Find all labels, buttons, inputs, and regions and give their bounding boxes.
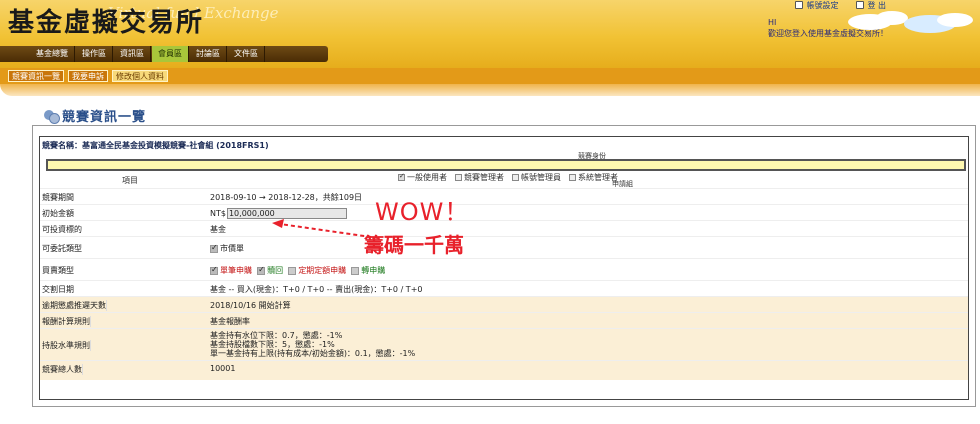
nav-tab-documents[interactable]: 文件區 — [228, 46, 265, 62]
row-label: 報酬計算規則 — [42, 316, 91, 327]
row-label: 競賽期間 — [42, 193, 74, 202]
row-label: 可委託類型 — [42, 244, 82, 253]
holding-rule: 單一基金持有上限(持有成本/初始金額)：0.1，懲處：-1% — [210, 349, 416, 358]
currency-prefix: NT$ — [210, 209, 226, 218]
trade-type-lump-sum[interactable]: 單筆申購 — [210, 265, 252, 275]
subnav-tab-complaint[interactable]: 我要申訴 — [68, 70, 108, 82]
roles-header: 競賽身份 — [578, 152, 606, 160]
role-option-system-admin[interactable]: 系統管理者 — [569, 172, 618, 183]
market-order-checkbox[interactable] — [210, 243, 218, 253]
clouds-decoration — [848, 11, 973, 33]
subnav-tab-competition-info[interactable]: 競賽資訊一覽 — [8, 70, 64, 82]
trade-type-label: 定期定額申購 — [298, 266, 347, 275]
row-label: 初始金額 — [42, 209, 74, 218]
roles-section: 競賽身份 項目 一般使用者 競賽管理者 帳號管理員 系統管理者 申請組 — [46, 151, 966, 189]
role-option-account-admin[interactable]: 帳號管理員 — [512, 172, 561, 183]
row-holding-rules: 持股水準規則 基金持有水位下限：0.7，懲處：-1% 基金持股檔數下限：5，懲處… — [40, 328, 968, 360]
role-label: 一般使用者 — [407, 173, 447, 182]
competition-table: 競賽名稱：基富通全民基金投資模擬競賽-社會組 (2018FRS1) 競賽身份 項… — [39, 136, 969, 400]
sub-nav: 競賽資訊一覽 我要申訴 修改個人資料 — [0, 68, 980, 84]
trade-type-label: 單筆申購 — [220, 266, 252, 275]
nav-tab-info[interactable]: 資訊區 — [114, 46, 151, 62]
row-value: 2018/10/16 開始計算 — [210, 301, 291, 310]
role-label: 競賽管理者 — [464, 173, 504, 182]
row-return-rule: 報酬計算規則 基金報酬率 — [40, 312, 968, 328]
header-band — [0, 84, 980, 96]
annotation-note: 籌碼一千萬 — [364, 233, 464, 257]
market-order-label: 市價單 — [220, 244, 244, 253]
row-settlement-date: 交割日期 基金 -- 買入(現金)：T+0 / T+0 -- 賣出(現金)：T+… — [40, 280, 968, 296]
row-value: 基金 — [210, 225, 226, 234]
checkbox-icon — [398, 172, 405, 181]
nav-tab-discussion[interactable]: 討論區 — [190, 46, 227, 62]
nav-tab-fund-overview[interactable]: 基金總覽 — [30, 46, 75, 62]
competition-name: 競賽名稱：基富通全民基金投資模擬競賽-社會組 (2018FRS1) — [42, 141, 269, 150]
roles-bar — [46, 159, 966, 171]
competition-panel: 競賽名稱：基富通全民基金投資模擬競賽-社會組 (2018FRS1) 競賽身份 項… — [32, 125, 976, 407]
row-value: 市價單 — [210, 243, 244, 254]
row-value: 10001 — [210, 364, 236, 373]
row-penalty-delay: 逾期懲處推遲天數 2018/10/16 開始計算 — [40, 296, 968, 312]
row-total-participants: 競賽總人數 10001 — [40, 360, 968, 380]
row-value: 單筆申購 贖回 定期定額申購 轉申購 — [210, 265, 385, 276]
settings-icon — [795, 1, 804, 9]
row-label: 交割日期 — [42, 285, 74, 294]
role-label: 帳號管理員 — [521, 173, 561, 182]
row-competition-period: 競賽期間 2018-09-10 → 2018-12-28，共餘109日 — [40, 188, 968, 204]
row-investment-target: 可投資標的 基金 — [40, 220, 968, 236]
item-column-header: 項目 — [122, 176, 138, 185]
holding-rules-list: 基金持有水位下限：0.7，懲處：-1% 基金持股檔數下限：5，懲處：-1% 單一… — [210, 331, 415, 358]
holding-rule: 基金持股檔數下限：5，懲處：-1% — [210, 340, 335, 349]
main-nav: 基金總覽 操作區 資訊區 會員區 討論區 文件區 — [0, 46, 328, 62]
users-icon — [44, 109, 60, 124]
row-label: 買賣類型 — [42, 266, 74, 275]
row-order-type: 可委託類型 市價單 — [40, 236, 968, 258]
row-initial-amount: 初始金額 NT$ 10,000,000 — [40, 204, 968, 220]
row-label: 持股水準規則 — [42, 340, 91, 351]
row-label: 競賽總人數 — [42, 364, 83, 375]
site-header: Virtual fund Exchange 基金虛擬交易所 帳號設定 登 出 H… — [0, 0, 980, 68]
row-value: 基金 -- 買入(現金)：T+0 / T+0 -- 賣出(現金)：T+0 / T… — [210, 285, 423, 294]
nav-tab-member[interactable]: 會員區 — [152, 46, 189, 62]
subnav-tab-edit-profile[interactable]: 修改個人資料 — [112, 70, 168, 82]
checkbox-icon — [351, 266, 360, 275]
trade-type-regular[interactable]: 定期定額申購 — [288, 266, 346, 275]
checkbox-icon — [210, 265, 218, 275]
trade-type-label: 轉申購 — [361, 266, 386, 275]
checkbox-icon — [288, 266, 297, 275]
trade-type-label: 贖回 — [267, 266, 284, 275]
trade-type-switch[interactable]: 轉申購 — [351, 266, 385, 275]
page-title: 競賽資訊一覽 — [62, 110, 147, 125]
role-option-competition-admin[interactable]: 競賽管理者 — [455, 172, 504, 183]
logo-chinese-text: 基金虛擬交易所 — [8, 8, 205, 38]
nav-tab-operation[interactable]: 操作區 — [76, 46, 113, 62]
roles-row: 項目 一般使用者 競賽管理者 帳號管理員 系統管理者 申請組 — [46, 171, 966, 188]
checkbox-icon — [257, 265, 266, 275]
role-checkboxes: 一般使用者 競賽管理者 帳號管理員 系統管理者 — [398, 172, 618, 183]
checkbox-icon — [455, 174, 462, 181]
holding-rule: 基金持有水位下限：0.7，懲處：-1% — [210, 331, 343, 340]
trade-type-redeem[interactable]: 贖回 — [257, 265, 284, 275]
checkbox-icon — [512, 174, 519, 181]
row-label: 可投資標的 — [42, 225, 82, 234]
row-value: 基金報酬率 — [210, 317, 250, 326]
site-logo[interactable]: Virtual fund Exchange 基金虛擬交易所 — [8, 2, 279, 46]
row-value: 2018-09-10 → 2018-12-28，共餘109日 — [210, 193, 363, 202]
annotation-wow: WOW！ — [375, 198, 470, 226]
row-label: 逾期懲處推遲天數 — [42, 300, 107, 311]
role-option-general-user[interactable]: 一般使用者 — [398, 172, 447, 183]
checkbox-icon — [569, 174, 576, 181]
page-title-area: 競賽資訊一覽 — [44, 106, 146, 125]
row-trade-type: 買賣類型 單筆申購 贖回 定期定額申購 轉申購 — [40, 258, 968, 280]
info-rows: 競賽期間 2018-09-10 → 2018-12-28，共餘109日 初始金額… — [40, 188, 968, 380]
